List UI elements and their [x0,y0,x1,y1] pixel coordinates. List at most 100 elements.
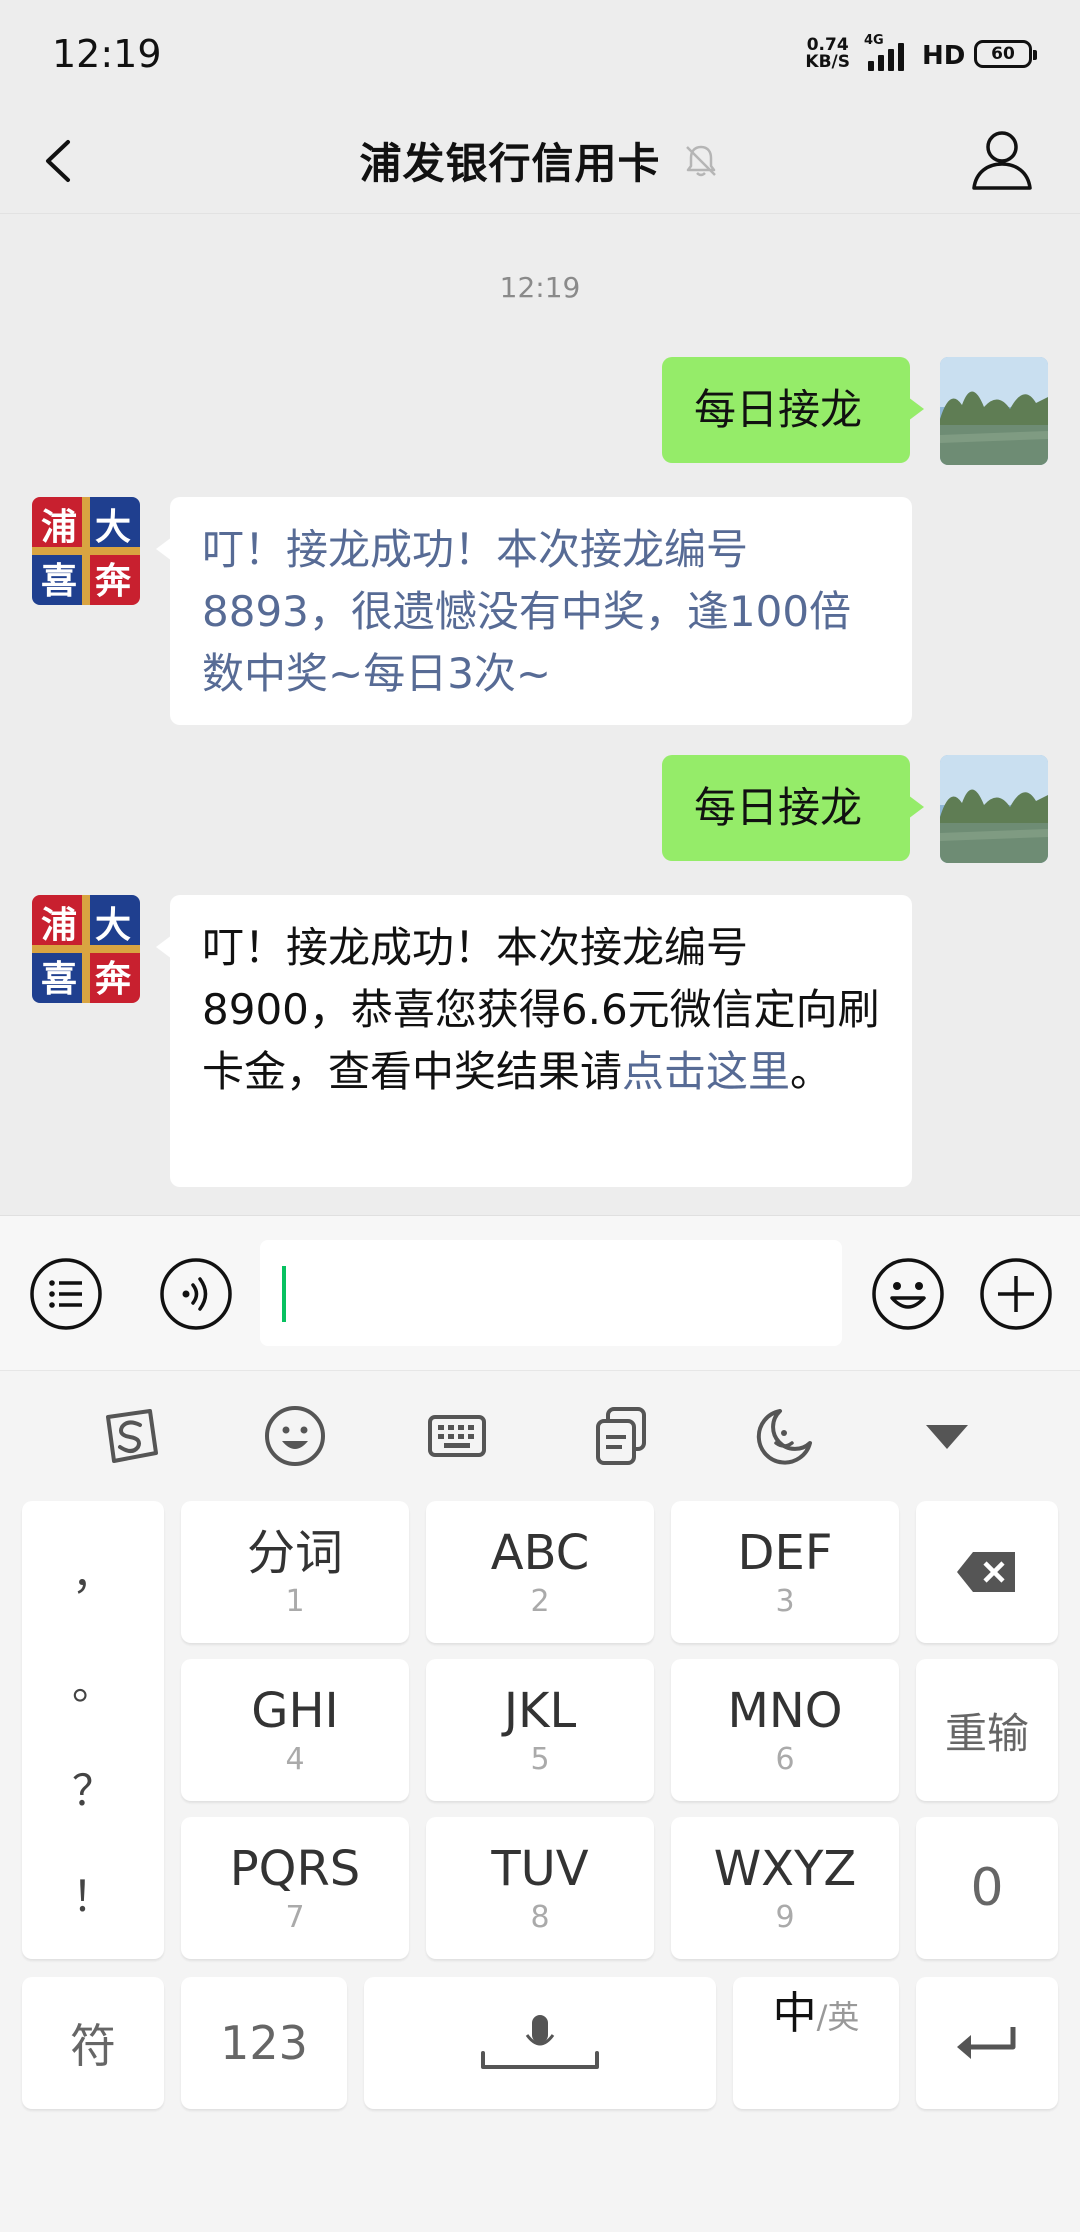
svg-text:喜: 喜 [41,561,77,602]
backspace-key[interactable] [916,1501,1058,1643]
chat-title: 浦发银行信用卡 [359,139,661,188]
key-number: 2 [530,1584,550,1619]
cellular-signal-icon: 4G [864,33,908,71]
message-text: 每日接龙 [694,385,863,434]
emoji-icon[interactable] [870,1256,946,1332]
key-5[interactable]: JKL 5 [426,1659,654,1801]
net-speed-unit: KB/S [805,52,850,72]
more-plus-icon[interactable] [978,1256,1054,1332]
key-number: 4 [285,1742,305,1777]
key-number: 8 [530,1900,550,1935]
collapse-keyboard-icon[interactable] [914,1403,980,1469]
key-number: 9 [775,1900,795,1935]
status-icons: 0.74 KB/S 4G HD 60 [805,33,1037,71]
svg-text:大: 大 [95,905,131,946]
incoming-message-bubble[interactable]: 叮！接龙成功！本次接龙编号8893，很遗憾没有中奖，逢100倍数中奖~每日3次~ [156,497,912,725]
lang-separator: / [816,1998,828,2036]
key-7[interactable]: PQRS 7 [181,1817,409,1959]
key-number: 3 [775,1584,795,1619]
punct-exclamation[interactable]: ！ [22,1863,164,1924]
space-voice-key[interactable] [364,1977,716,2109]
bot-avatar[interactable]: 浦 大 喜 奔 [32,895,140,1003]
message-text: 每日接龙 [694,783,863,832]
key-label: WXYZ [713,1841,857,1897]
retype-key[interactable]: 重输 [916,1659,1058,1801]
svg-text:浦: 浦 [41,905,77,946]
numbers-key[interactable]: 123 [181,1977,347,2109]
key-3[interactable]: DEF 3 [671,1501,899,1643]
lang-en-label: 英 [827,1998,860,2036]
key-number: 7 [285,1900,305,1935]
key-number: 1 [285,1584,305,1619]
ime-keyboard: ， 。 ？ ！ 分词 1 ABC 2 DEF 3 GHI 4 JKL 5 MNO… [0,1370,1080,2232]
user-avatar[interactable] [940,755,1048,863]
key-9[interactable]: WXYZ 9 [671,1817,899,1959]
bot-avatar[interactable]: 浦 大 喜 奔 [32,497,140,605]
message-input-bar [0,1215,1080,1370]
message-text-input[interactable] [260,1240,842,1346]
enter-arrow-icon [957,2027,1016,2059]
menu-list-icon[interactable] [28,1256,104,1332]
punctuation-column[interactable]: ， 。 ？ ！ [22,1501,164,1959]
key-label: 123 [220,2016,308,2070]
key-label: DEF [737,1525,833,1581]
backspace-icon [957,1552,1015,1592]
key-label: MNO [727,1683,843,1739]
incoming-message-bubble[interactable]: 叮！接龙成功！本次接龙编号8900，恭喜您获得6.6元微信定向刷卡金，查看中奖结… [156,895,912,1187]
key-label: ABC [490,1525,590,1581]
muted-bell-icon [685,145,716,176]
status-bar: 12:19 0.74 KB/S 4G HD 60 [0,0,1080,108]
key-1[interactable]: 分词 1 [181,1501,409,1643]
svg-text:奔: 奔 [95,959,132,1000]
key-label: JKL [503,1683,577,1739]
key-0[interactable]: 0 [916,1817,1058,1959]
sogou-logo-icon[interactable] [98,1403,164,1469]
message-text-end: 。 [790,1047,833,1096]
punct-period[interactable]: 。 [22,1651,164,1712]
punct-comma[interactable]: ， [22,1541,164,1602]
net-speed-indicator: 0.74 KB/S [805,37,850,71]
svg-text:喜: 喜 [41,959,77,1000]
chat-title-group: 浦发银行信用卡 [359,130,720,191]
key-2[interactable]: ABC 2 [426,1501,654,1643]
key-6[interactable]: MNO 6 [671,1659,899,1801]
theme-moon-icon[interactable] [752,1403,818,1469]
key-4[interactable]: GHI 4 [181,1659,409,1801]
key-label: GHI [251,1683,339,1739]
hd-voice-icon: HD [922,37,965,71]
punct-question[interactable]: ？ [22,1757,164,1818]
key-label: 重输 [944,1708,1029,1758]
chat-message-list[interactable]: 12:19 每日接龙 浦 大 喜 奔 叮！接龙成功！本次接龙编号8893，很遗憾… [0,215,1080,1215]
key-number: 6 [775,1742,795,1777]
key-number: 5 [530,1742,550,1777]
svg-text:奔: 奔 [95,561,132,602]
language-switch-key[interactable]: 中 / 英 [733,1977,899,2109]
outgoing-message-bubble[interactable]: 每日接龙 [662,357,924,463]
back-arrow-icon[interactable] [30,128,96,194]
voice-input-icon[interactable] [158,1256,234,1332]
keyboard-toolbar [0,1371,1080,1491]
user-avatar[interactable] [940,357,1048,465]
profile-icon[interactable] [962,120,1042,200]
key-label: TUV [491,1841,589,1897]
text-caret [282,1266,286,1322]
lang-zh-label: 中 [772,1988,817,2039]
status-time: 12:19 [52,32,162,76]
prize-result-link[interactable]: 点击这里 [622,1047,790,1096]
clipboard-icon[interactable] [588,1403,654,1469]
svg-text:浦: 浦 [41,507,77,548]
enter-key[interactable] [916,1977,1058,2109]
microphone-space-icon [481,2015,599,2069]
chat-header: 浦发银行信用卡 [0,108,1080,214]
key-label: 分词 [246,1525,343,1581]
emoji-icon[interactable] [262,1403,328,1469]
keyboard-layout-icon[interactable] [424,1403,490,1469]
hd-label: HD [922,41,966,71]
key-8[interactable]: TUV 8 [426,1817,654,1959]
outgoing-message-bubble[interactable]: 每日接龙 [662,755,924,861]
battery-level: 60 [991,44,1015,64]
symbol-key[interactable]: 符 [22,1977,164,2109]
message-text: 叮！接龙成功！本次接龙编号8893，很遗憾没有中奖，逢100倍数中奖~每日3次~ [202,525,852,698]
message-timestamp: 12:19 [499,271,581,304]
key-label: 0 [970,1858,1004,1918]
